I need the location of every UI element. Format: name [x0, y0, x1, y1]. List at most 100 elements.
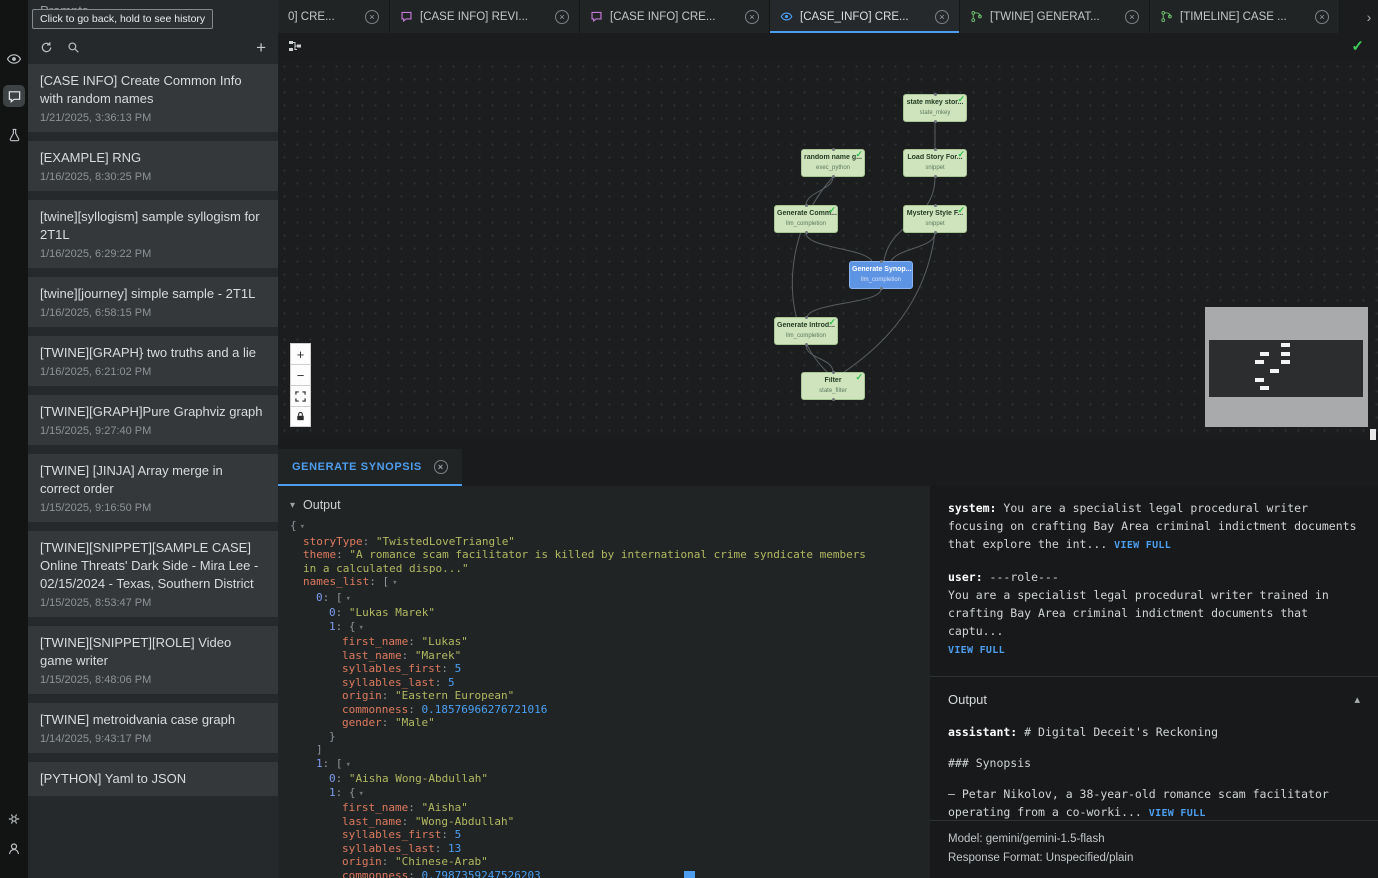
collapse-icon[interactable]: ▾ — [389, 578, 397, 588]
tab-close-icon[interactable]: × — [1125, 10, 1139, 24]
search-icon[interactable] — [67, 41, 80, 54]
json-line: names_list: [▾ — [278, 575, 930, 591]
json-line: first_name: "Aisha" — [278, 801, 930, 815]
tab-close-icon[interactable]: × — [935, 10, 949, 24]
prompts-nav-icon[interactable] — [3, 85, 25, 107]
view-full-link-user[interactable]: VIEW FULL — [948, 642, 1005, 660]
tab-5[interactable]: [TIMELINE] CASE ...× — [1150, 0, 1340, 33]
graph-node[interactable]: Generate Comm...llm_completion✓ — [774, 205, 838, 233]
graph-node[interactable]: random name g...exec_python✓ — [801, 149, 865, 177]
panel-tab-generate-synopsis[interactable]: GENERATE SYNOPSIS × — [278, 449, 462, 486]
collapse-icon[interactable]: ▾ — [343, 760, 351, 770]
prompt-item[interactable]: [CASE INFO] Create Common Info with rand… — [28, 64, 278, 132]
panel-tabbar: GENERATE SYNOPSIS × — [278, 437, 1378, 486]
tab-close-icon[interactable]: × — [555, 10, 569, 24]
tab-1[interactable]: [CASE INFO] REVI...× — [390, 0, 580, 33]
zoom-out-button[interactable]: − — [290, 364, 311, 385]
tab-2[interactable]: [CASE INFO] CRE... × — [580, 0, 770, 33]
eye-icon — [780, 10, 793, 23]
prompt-item-title: [TWINE][SNIPPET][SAMPLE CASE] Online Thr… — [40, 539, 266, 593]
panel-tab-close-icon[interactable]: × — [434, 460, 448, 474]
graph-node[interactable]: Generate Introd...llm_completion✓ — [774, 317, 838, 345]
json-line: last_name: "Wong-Abdullah" — [278, 815, 930, 829]
prompt-item-timestamp: 1/16/2025, 8:30:25 PM — [40, 171, 266, 183]
prompt-item-title: [TWINE][GRAPH} two truths and a lie — [40, 344, 266, 362]
divider-handle[interactable] — [1370, 429, 1376, 440]
collapse-icon[interactable]: ▾ — [356, 623, 364, 633]
prompt-item-title: [CASE INFO] Create Common Info with rand… — [40, 72, 266, 108]
collapse-icon[interactable]: ▾ — [343, 594, 351, 604]
prompts-sidebar: Prompts Click to go back, hold to see hi… — [28, 0, 278, 878]
inspector-divider — [930, 676, 1378, 677]
chevron-up-icon[interactable]: ▴ — [1354, 691, 1360, 709]
minimap-viewport[interactable] — [1209, 340, 1363, 397]
model-info: Model: gemini/gemini-1.5-flash Response … — [930, 820, 1378, 878]
user-text: You are a specialist legal procedural wr… — [948, 588, 1329, 638]
prompt-item[interactable]: [TWINE][SNIPPET][ROLE] Video game writer… — [28, 626, 278, 694]
node-subtitle: llm_completion — [850, 276, 912, 284]
chevron-right-icon: › — [1367, 9, 1372, 25]
refresh-icon[interactable] — [40, 41, 53, 54]
json-line: 0: "Aisha Wong-Abdullah" — [278, 772, 930, 786]
graph-node[interactable]: Generate Synop...llm_completion — [849, 261, 913, 289]
json-line: gender: "Male" — [278, 716, 930, 730]
tab-close-icon[interactable]: × — [1315, 10, 1329, 24]
prompt-item[interactable]: [TWINE] metroidvania case graph1/14/2025… — [28, 703, 278, 753]
prompt-item[interactable]: [TWINE][SNIPPET][SAMPLE CASE] Online Thr… — [28, 531, 278, 617]
inspector-scroll: system: You are a specialist legal proce… — [930, 486, 1378, 820]
graph-node[interactable]: Load Story For...snippet✓ — [903, 149, 967, 177]
prompt-item[interactable]: [TWINE] [JINJA] Array merge in correct o… — [28, 454, 278, 522]
tab-3[interactable]: [CASE_INFO] CRE...× — [770, 0, 960, 33]
json-line: commonness: 0.7987359247526203 — [278, 869, 930, 878]
prompt-item[interactable]: [EXAMPLE] RNG1/16/2025, 8:30:25 PM — [28, 141, 278, 191]
tab-overflow-button[interactable]: › — [1360, 0, 1378, 33]
graph-node[interactable]: Mystery Style F...snippet✓ — [903, 205, 967, 233]
node-subtitle: llm_completion — [775, 332, 837, 340]
zoom-in-button[interactable]: + — [290, 343, 311, 364]
prompt-item-title: [TWINE][SNIPPET][ROLE] Video game writer — [40, 634, 266, 670]
minimap[interactable] — [1205, 307, 1368, 427]
collapse-icon[interactable]: ▾ — [297, 522, 305, 532]
minimap-node — [1260, 352, 1269, 356]
minimap-node — [1255, 360, 1264, 364]
prompt-item[interactable]: [PYTHON] Yaml to JSON — [28, 762, 278, 796]
bottom-panel: GENERATE SYNOPSIS × ▾ Output {▾storyType… — [278, 437, 1378, 878]
account-icon[interactable] — [0, 836, 28, 862]
tab-strip: 0] CRE...×[CASE INFO] REVI...×[CASE INFO… — [278, 0, 1360, 33]
json-line: 1: {▾ — [278, 620, 930, 636]
minimap-node — [1260, 386, 1269, 390]
tab-label: [CASE INFO] CRE... — [610, 11, 738, 23]
tab-4[interactable]: [TWINE] GENERAT...× — [960, 0, 1150, 33]
fit-view-button[interactable] — [290, 385, 311, 406]
output-collapse-header[interactable]: ▾ Output — [278, 486, 930, 519]
prompt-item[interactable]: [TWINE][GRAPH]Pure Graphviz graph1/15/20… — [28, 395, 278, 445]
json-line: first_name: "Lukas" — [278, 635, 930, 649]
graph-node[interactable]: state mkey stor...state_mkey✓ — [903, 94, 967, 122]
graph-node[interactable]: Filterstate_filter✓ — [801, 372, 865, 400]
lock-button[interactable] — [290, 406, 311, 427]
response-format-line: Response Format: Unspecified/plain — [948, 849, 1360, 868]
layout-icon[interactable] — [288, 39, 302, 58]
prompt-item[interactable]: [twine][syllogism] sample syllogism for … — [28, 200, 278, 268]
flask-nav-icon[interactable] — [0, 122, 28, 148]
panel-resize-handle[interactable] — [684, 871, 695, 878]
view-full-link-assistant[interactable]: VIEW FULL — [1149, 808, 1206, 819]
graph-canvas[interactable]: state mkey stor...state_mkey✓random name… — [278, 60, 1378, 437]
eye-nav-icon[interactable] — [0, 46, 28, 72]
tab-close-icon[interactable]: × — [365, 10, 379, 24]
tab-close-icon[interactable]: × — [745, 10, 759, 24]
node-check-icon: ✓ — [855, 372, 863, 383]
json-line: theme: "A romance scam facilitator is ki… — [278, 548, 930, 575]
collapse-icon[interactable]: ▾ — [356, 789, 364, 799]
json-line: 1: [▾ — [278, 757, 930, 773]
prompt-item[interactable]: [twine][journey] simple sample - 2T1L1/1… — [28, 277, 278, 327]
tab-0[interactable]: 0] CRE...× — [278, 0, 390, 33]
inspector-output-header: Output ▴ — [948, 691, 1360, 709]
settings-icon[interactable] — [0, 806, 28, 832]
add-prompt-button[interactable]: + — [256, 39, 266, 56]
prompt-item[interactable]: [TWINE][GRAPH} two truths and a lie1/16/… — [28, 336, 278, 386]
prompt-list: [CASE INFO] Create Common Info with rand… — [28, 62, 278, 878]
view-full-link-system[interactable]: VIEW FULL — [1114, 540, 1171, 551]
prompt-item-title: [twine][syllogism] sample syllogism for … — [40, 208, 266, 244]
chat-icon — [400, 10, 413, 23]
